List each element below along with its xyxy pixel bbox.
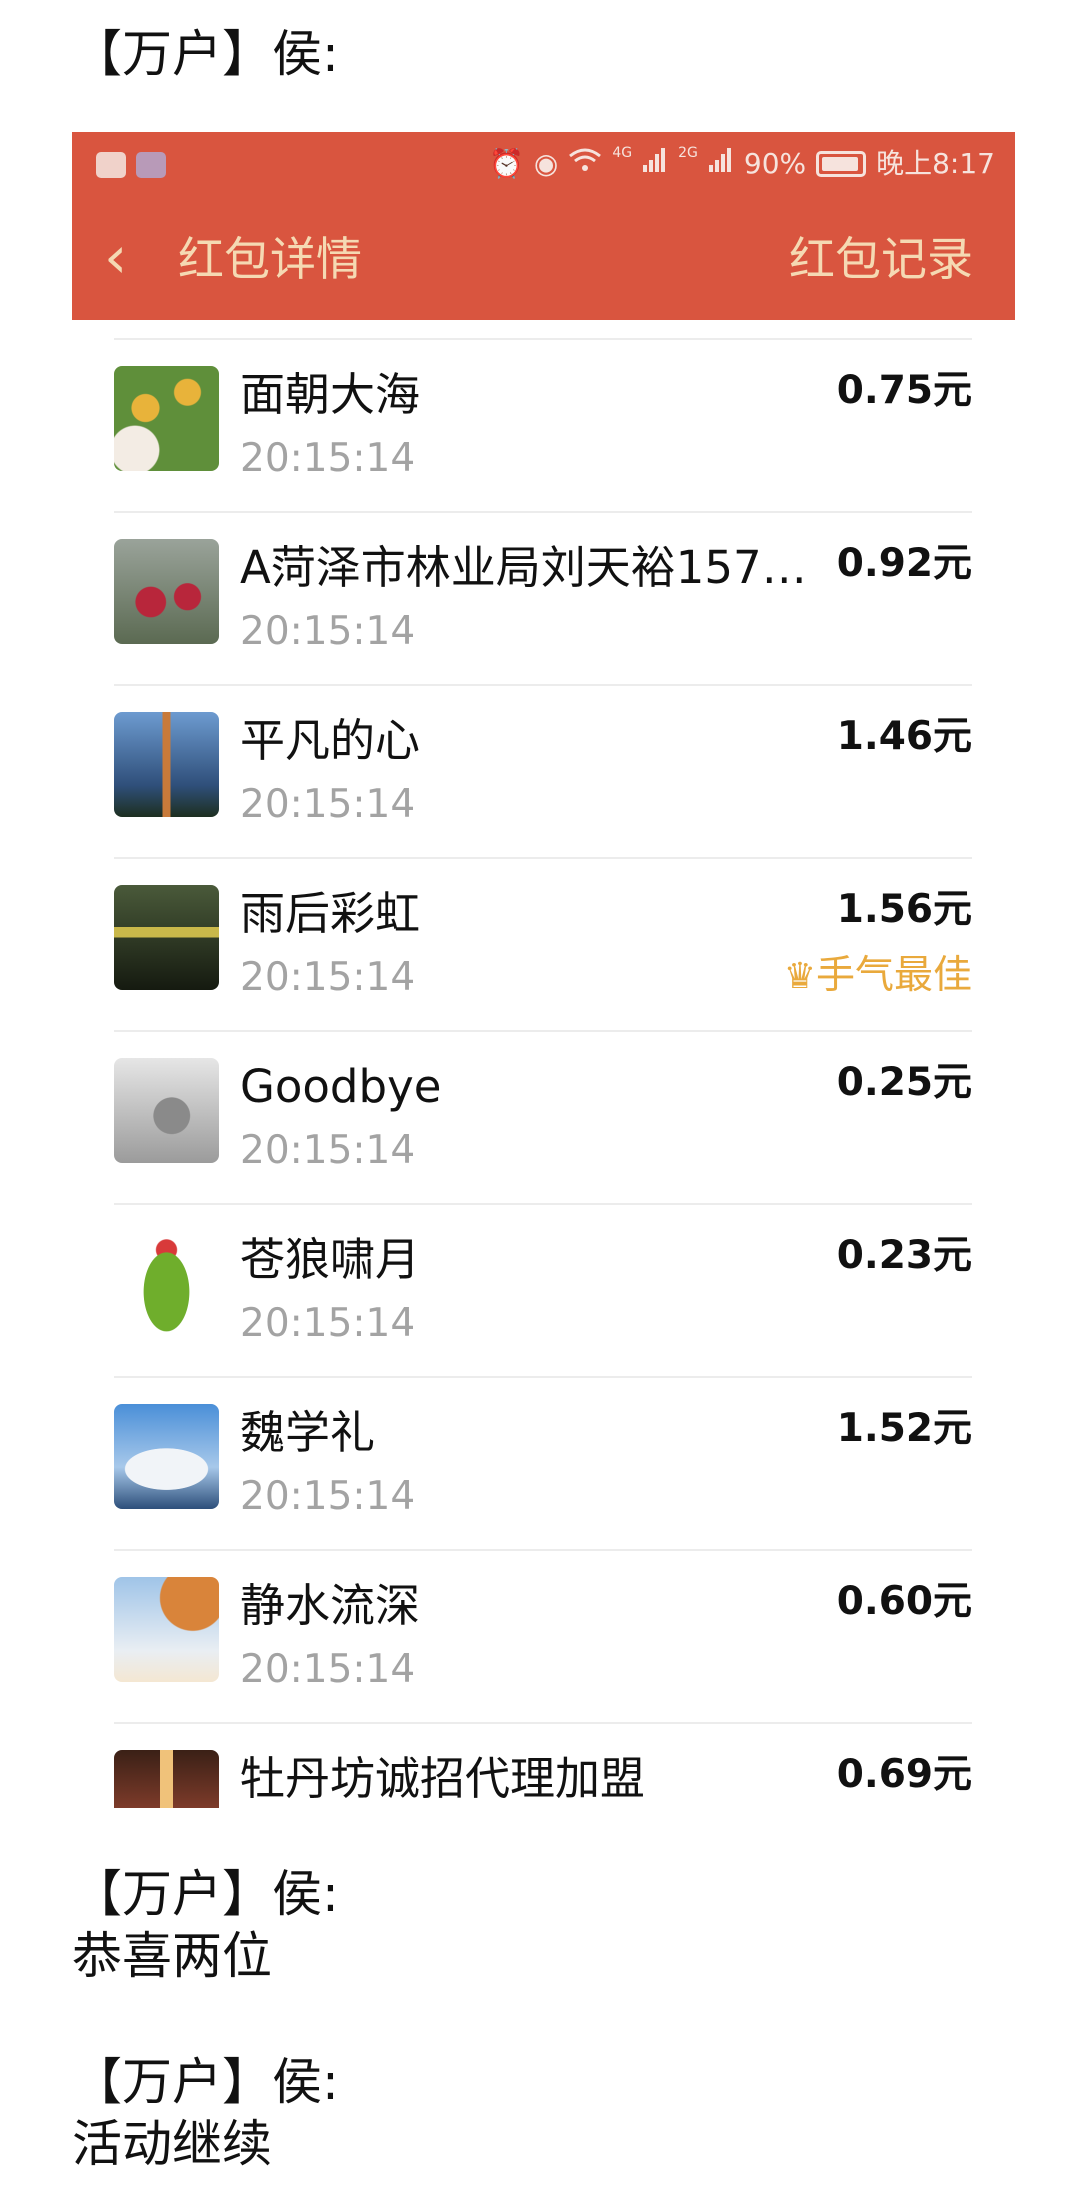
page-title: 红包详情: [178, 232, 362, 286]
amount: 0.92元: [836, 541, 972, 586]
list-item[interactable]: 苍狼啸月 20:15:14 0.23元: [114, 1203, 972, 1376]
receive-time: 20:15:14: [240, 1474, 416, 1519]
navigation-bar: ‹ 红包详情 红包记录: [72, 198, 1015, 320]
status-bar: ⏰ ◉ 4G 2G 90% 晚上8:17: [72, 132, 1015, 198]
amount: 1.46元: [836, 714, 972, 759]
avatar: [114, 366, 219, 471]
list-item[interactable]: 面朝大海 20:15:14 0.75元: [114, 338, 972, 511]
message-sender: 【万户】侯:: [72, 2053, 339, 2111]
list-item[interactable]: 静水流深 20:15:14 0.60元: [114, 1549, 972, 1722]
receive-time: 20:15:14: [240, 436, 416, 481]
avatar: [114, 1577, 219, 1682]
red-packet-records-link[interactable]: 红包记录: [789, 228, 973, 290]
message-text: 恭喜两位: [72, 1927, 272, 1985]
amount: 0.69元: [836, 1752, 972, 1797]
battery-icon: [816, 151, 867, 177]
signal-icon: [708, 146, 734, 182]
amount: 0.60元: [836, 1579, 972, 1624]
best-luck-badge: ♛手气最佳: [783, 953, 972, 998]
avatar: [114, 1058, 219, 1163]
recipient-name: 面朝大海: [240, 368, 421, 421]
amount: 1.56元: [836, 887, 972, 932]
message-sender: 【万户】侯:: [72, 1865, 339, 1923]
recipient-name: 苍狼啸月: [240, 1233, 421, 1286]
chevron-left-icon[interactable]: ‹: [104, 222, 127, 292]
embedded-screenshot[interactable]: ⏰ ◉ 4G 2G 90% 晚上8:17 ‹ 红包详情 红包记录 面朝大海 20…: [72, 132, 1015, 1808]
list-item[interactable]: A菏泽市林业局刘天裕1575... 20:15:14 0.92元: [114, 511, 972, 684]
recipient-name: Goodbye: [240, 1060, 442, 1113]
list-item[interactable]: 平凡的心 20:15:14 1.46元: [114, 684, 972, 857]
network-label-1: 4G: [612, 145, 633, 161]
wifi-icon: [568, 146, 602, 182]
signal-icon: [642, 146, 668, 182]
receive-time: 20:15:14: [240, 609, 416, 654]
recipient-name: 平凡的心: [240, 714, 421, 767]
avatar: [114, 885, 219, 990]
receive-time: 20:15:14: [240, 1128, 416, 1173]
battery-percent: 90%: [743, 147, 807, 180]
avatar: [114, 1404, 219, 1509]
crown-icon: ♛: [783, 956, 816, 997]
list-item[interactable]: Goodbye 20:15:14 0.25元: [114, 1030, 972, 1203]
shield-icon: [136, 152, 166, 178]
recipient-name: 雨后彩虹: [240, 887, 421, 940]
recipient-name: 牡丹坊诚招代理加盟: [240, 1752, 646, 1805]
avatar: [114, 539, 219, 644]
recipient-name: 静水流深: [240, 1579, 421, 1632]
activity-icon: [96, 152, 126, 178]
receive-time: 20:15:14: [240, 782, 416, 827]
avatar: [114, 1231, 219, 1336]
message-sender: 【万户】侯:: [72, 25, 339, 83]
status-time: 晚上8:17: [876, 147, 995, 180]
list-item[interactable]: 雨后彩虹 20:15:14 1.56元 ♛手气最佳: [114, 857, 972, 1030]
receive-time: 20:15:14: [240, 955, 416, 1000]
eye-icon: ◉: [533, 147, 559, 180]
amount: 0.23元: [836, 1233, 972, 1278]
amount: 0.75元: [836, 368, 972, 413]
recipient-list[interactable]: 面朝大海 20:15:14 0.75元 A菏泽市林业局刘天裕1575... 20…: [114, 320, 972, 1808]
avatar: [114, 1750, 219, 1808]
recipient-name: A菏泽市林业局刘天裕1575...: [240, 541, 830, 594]
avatar: [114, 712, 219, 817]
amount: 0.25元: [836, 1060, 972, 1105]
receive-time: 20:15:14: [240, 1647, 416, 1692]
network-label-2: 2G: [678, 145, 698, 161]
list-item[interactable]: 魏学礼 20:15:14 1.52元: [114, 1376, 972, 1549]
message-text: 活动继续: [72, 2115, 272, 2173]
receive-time: 20:15:14: [240, 1301, 416, 1346]
amount: 1.52元: [836, 1406, 972, 1451]
alarm-icon: ⏰: [489, 147, 524, 180]
recipient-name: 魏学礼: [240, 1406, 376, 1459]
list-item[interactable]: 牡丹坊诚招代理加盟 0.69元: [114, 1722, 972, 1808]
